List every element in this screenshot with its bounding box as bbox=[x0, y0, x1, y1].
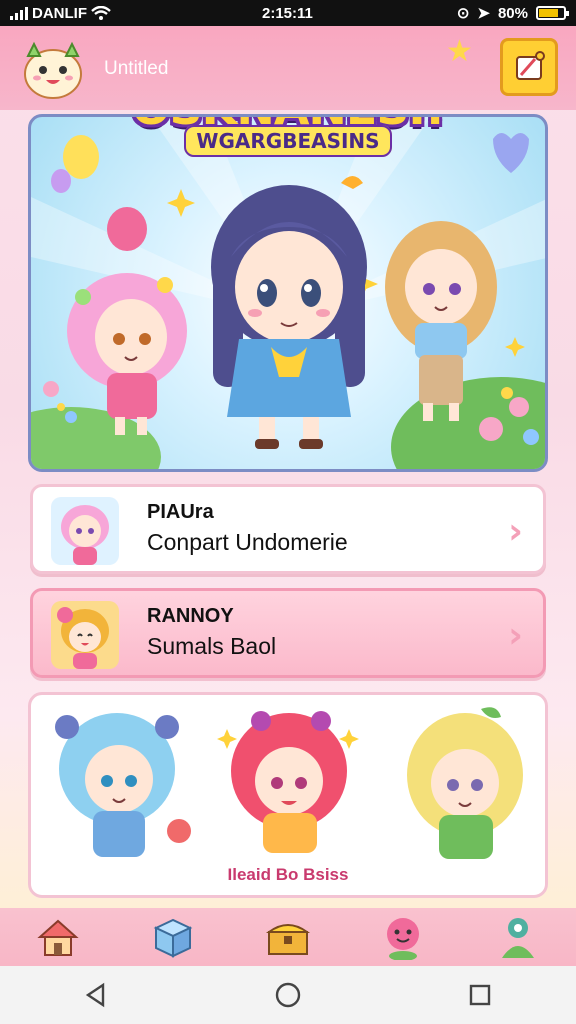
person-icon bbox=[502, 918, 535, 958]
app-header: Untitled ★ bbox=[0, 26, 576, 110]
status-bar: DANLIF 2:15:11 ⊙ ➤ 80% bbox=[0, 0, 576, 26]
chevron-right-icon[interactable]: › bbox=[508, 511, 523, 552]
home-circle-icon bbox=[275, 982, 301, 1008]
back-button[interactable] bbox=[66, 970, 126, 1020]
banner-illustration bbox=[31, 117, 545, 469]
smiley-icon bbox=[387, 918, 420, 960]
menu-button[interactable] bbox=[500, 38, 558, 96]
location-icon: ➤ bbox=[477, 5, 490, 22]
house-icon bbox=[36, 919, 79, 956]
system-nav bbox=[0, 966, 576, 1024]
card-title: RANNOY bbox=[147, 605, 234, 627]
star-icon: ★ bbox=[446, 34, 473, 69]
character-portrait bbox=[57, 607, 109, 669]
mascot-avatar[interactable] bbox=[18, 40, 88, 100]
clock: 2:15:11 bbox=[262, 4, 313, 22]
signal-icon bbox=[10, 6, 28, 20]
battery-icon bbox=[536, 6, 569, 20]
card-thumbnail bbox=[51, 601, 119, 669]
wifi-icon bbox=[91, 6, 111, 20]
gift-box-icon bbox=[153, 918, 193, 958]
nav-friend[interactable] bbox=[375, 911, 431, 963]
alarm-icon: ⊙ bbox=[456, 5, 470, 22]
nav-shop[interactable] bbox=[260, 911, 316, 963]
home-button[interactable] bbox=[258, 970, 318, 1020]
hero-banner[interactable]: OSKNANESI! WGARGBEASINS bbox=[28, 114, 548, 472]
list-item[interactable]: PIAUra Conpart Undomerie › bbox=[30, 484, 546, 574]
nav-profile[interactable] bbox=[490, 911, 546, 963]
gallery-caption: Ileaid Bo Bsiss bbox=[227, 865, 349, 884]
list-item[interactable]: RANNOY Sumals Baol › bbox=[30, 588, 546, 678]
treasure-chest-icon bbox=[265, 924, 311, 955]
carrier-group: DANLIF bbox=[10, 5, 111, 22]
bottom-nav bbox=[0, 908, 576, 966]
recents-icon bbox=[469, 984, 491, 1006]
card-title: PIAUra bbox=[147, 501, 214, 523]
nav-box[interactable] bbox=[145, 911, 201, 963]
battery-fill bbox=[539, 9, 559, 17]
scroll-icon bbox=[516, 51, 545, 80]
recents-button[interactable] bbox=[450, 970, 510, 1020]
username: Untitled bbox=[104, 58, 169, 79]
status-right: ⊙ ➤ 80% bbox=[456, 4, 569, 22]
card-subtitle: Conpart Undomerie bbox=[147, 529, 348, 555]
banner-subtitle: WGARGBEASINS bbox=[31, 125, 545, 157]
chevron-right-icon[interactable]: › bbox=[508, 615, 523, 656]
character-portrait bbox=[61, 505, 109, 565]
back-icon bbox=[85, 982, 105, 1008]
card-subtitle: Sumals Baol bbox=[147, 633, 277, 659]
carrier-name: DANLIF bbox=[32, 4, 87, 22]
gallery-illustration bbox=[55, 707, 523, 859]
character-gallery[interactable]: Ileaid Bo Bsiss bbox=[28, 692, 548, 898]
card-thumbnail bbox=[51, 497, 119, 565]
banner-subtitle-text: WGARGBEASINS bbox=[184, 125, 392, 157]
nav-home[interactable] bbox=[30, 911, 86, 963]
battery-percent: 80% bbox=[497, 4, 528, 22]
